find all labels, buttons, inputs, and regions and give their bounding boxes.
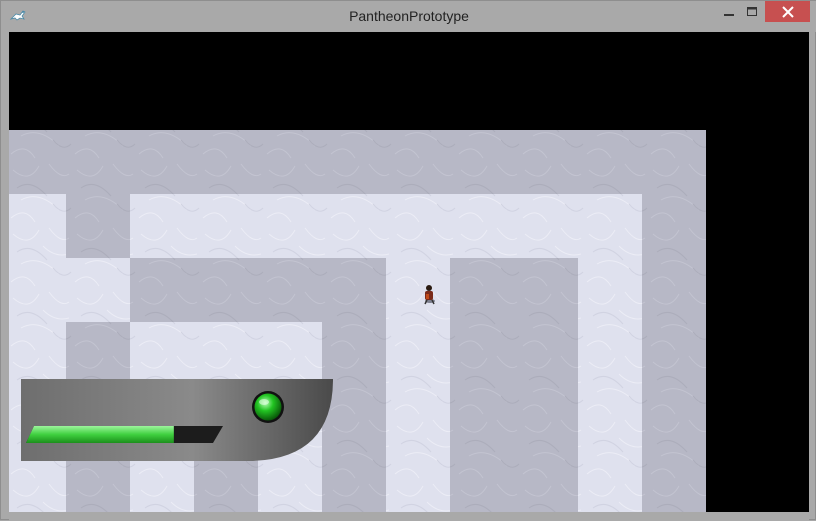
app-window: PantheonPrototype [0, 0, 816, 521]
window-title: PantheonPrototype [349, 8, 469, 24]
hud-background [21, 379, 333, 461]
hud-panel [21, 379, 337, 463]
close-button[interactable] [765, 1, 810, 22]
title-bar[interactable]: PantheonPrototype [1, 1, 816, 32]
close-icon [781, 5, 794, 18]
health-bar-fill [26, 426, 174, 443]
maximize-icon [747, 6, 757, 16]
green-status-light-icon [252, 391, 284, 423]
maximize-button[interactable] [742, 1, 762, 22]
minimize-button[interactable] [717, 1, 741, 22]
minimize-icon [724, 13, 734, 16]
